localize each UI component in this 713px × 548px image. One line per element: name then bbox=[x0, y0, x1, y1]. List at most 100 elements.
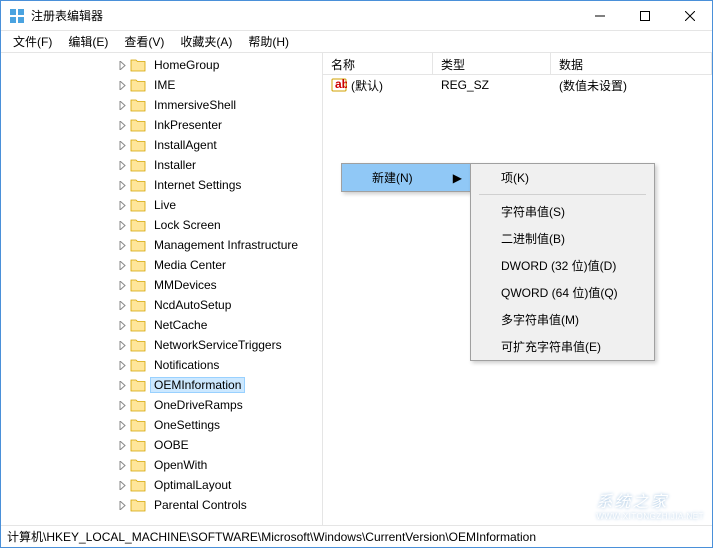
tree-item[interactable]: OpenWith bbox=[1, 455, 322, 475]
tree-item-label: NetCache bbox=[150, 317, 211, 333]
tree-item[interactable]: Notifications bbox=[1, 355, 322, 375]
submenu-separator bbox=[479, 194, 646, 195]
list-pane[interactable]: 名称 类型 数据 ab (默认) REG_SZ (数值未设置) 新建(N) bbox=[323, 53, 712, 525]
list-row[interactable]: ab (默认) REG_SZ (数值未设置) bbox=[323, 75, 712, 95]
ctx-new[interactable]: 新建(N) ▶ 项(K) 字符串值(S) 二进制值(B) DWORD (32 位… bbox=[342, 164, 470, 191]
column-name[interactable]: 名称 bbox=[323, 53, 433, 74]
expand-icon[interactable] bbox=[117, 140, 128, 151]
maximize-button[interactable] bbox=[622, 1, 667, 30]
tree-item[interactable]: Internet Settings bbox=[1, 175, 322, 195]
tree-item[interactable]: Media Center bbox=[1, 255, 322, 275]
submenu-arrow-icon: ▶ bbox=[453, 171, 462, 185]
ctx-new-key[interactable]: 项(K) bbox=[471, 164, 654, 191]
expand-icon[interactable] bbox=[117, 220, 128, 231]
ctx-new-qword[interactable]: QWORD (64 位)值(Q) bbox=[471, 279, 654, 306]
ctx-new-string[interactable]: 字符串值(S) bbox=[471, 198, 654, 225]
menu-file[interactable]: 文件(F) bbox=[5, 31, 60, 52]
tree-item[interactable]: OptimalLayout bbox=[1, 475, 322, 495]
folder-icon bbox=[130, 78, 146, 92]
ctx-new-multistring[interactable]: 多字符串值(M) bbox=[471, 306, 654, 333]
menu-favorites[interactable]: 收藏夹(A) bbox=[172, 31, 240, 52]
tree-item-label: IME bbox=[150, 77, 179, 93]
tree-item-label: Media Center bbox=[150, 257, 230, 273]
expand-icon[interactable] bbox=[117, 160, 128, 171]
folder-icon bbox=[130, 338, 146, 352]
tree-item-label: OptimalLayout bbox=[150, 477, 235, 493]
close-button[interactable] bbox=[667, 1, 712, 30]
tree-item[interactable]: Installer bbox=[1, 155, 322, 175]
expand-icon[interactable] bbox=[117, 420, 128, 431]
tree-pane[interactable]: HomeGroup IME ImmersiveShell InkPresenter In… bbox=[1, 53, 323, 525]
tree-item-label: OneDriveRamps bbox=[150, 397, 247, 413]
tree-item-label: Notifications bbox=[150, 357, 223, 373]
tree-item[interactable]: InkPresenter bbox=[1, 115, 322, 135]
tree-item-label: Internet Settings bbox=[150, 177, 245, 193]
tree-item[interactable]: OneDriveRamps bbox=[1, 395, 322, 415]
expand-icon[interactable] bbox=[117, 500, 128, 511]
tree-item-label: OneSettings bbox=[150, 417, 224, 433]
expand-icon[interactable] bbox=[117, 440, 128, 451]
expand-icon[interactable] bbox=[117, 280, 128, 291]
expand-icon[interactable] bbox=[117, 120, 128, 131]
expand-icon[interactable] bbox=[117, 260, 128, 271]
tree-item-label: ImmersiveShell bbox=[150, 97, 240, 113]
value-type: REG_SZ bbox=[433, 76, 551, 94]
tree-item-label: Lock Screen bbox=[150, 217, 225, 233]
ctx-new-label: 新建(N) bbox=[372, 169, 413, 186]
tree-item[interactable]: Lock Screen bbox=[1, 215, 322, 235]
expand-icon[interactable] bbox=[117, 240, 128, 251]
expand-icon[interactable] bbox=[117, 100, 128, 111]
folder-icon bbox=[130, 438, 146, 452]
expand-icon[interactable] bbox=[117, 180, 128, 191]
folder-icon bbox=[130, 318, 146, 332]
tree-item[interactable]: OOBE bbox=[1, 435, 322, 455]
app-icon bbox=[9, 8, 25, 24]
expand-icon[interactable] bbox=[117, 380, 128, 391]
expand-icon[interactable] bbox=[117, 460, 128, 471]
tree-item[interactable]: OneSettings bbox=[1, 415, 322, 435]
tree-item-label: Parental Controls bbox=[150, 497, 251, 513]
statusbar: 计算机\HKEY_LOCAL_MACHINE\SOFTWARE\Microsof… bbox=[1, 525, 712, 547]
expand-icon[interactable] bbox=[117, 480, 128, 491]
folder-icon bbox=[130, 178, 146, 192]
expand-icon[interactable] bbox=[117, 320, 128, 331]
menu-view[interactable]: 查看(V) bbox=[116, 31, 172, 52]
tree-item[interactable]: NcdAutoSetup bbox=[1, 295, 322, 315]
titlebar: 注册表编辑器 bbox=[1, 1, 712, 31]
tree-item-label: InkPresenter bbox=[150, 117, 226, 133]
tree-item[interactable]: Parental Controls bbox=[1, 495, 322, 515]
ctx-new-binary[interactable]: 二进制值(B) bbox=[471, 225, 654, 252]
expand-icon[interactable] bbox=[117, 400, 128, 411]
tree-item[interactable]: OEMInformation bbox=[1, 375, 322, 395]
tree-item-label: MMDevices bbox=[150, 277, 221, 293]
expand-icon[interactable] bbox=[117, 300, 128, 311]
tree-item[interactable]: HomeGroup bbox=[1, 55, 322, 75]
ctx-new-expandstring[interactable]: 可扩充字符串值(E) bbox=[471, 333, 654, 360]
column-type[interactable]: 类型 bbox=[433, 53, 551, 74]
expand-icon[interactable] bbox=[117, 60, 128, 71]
tree-item[interactable]: MMDevices bbox=[1, 275, 322, 295]
minimize-icon bbox=[595, 11, 605, 21]
expand-icon[interactable] bbox=[117, 360, 128, 371]
minimize-button[interactable] bbox=[577, 1, 622, 30]
context-menu: 新建(N) ▶ 项(K) 字符串值(S) 二进制值(B) DWORD (32 位… bbox=[341, 163, 471, 192]
expand-icon[interactable] bbox=[117, 340, 128, 351]
tree-item[interactable]: NetCache bbox=[1, 315, 322, 335]
expand-icon[interactable] bbox=[117, 80, 128, 91]
menu-help[interactable]: 帮助(H) bbox=[240, 31, 297, 52]
tree-item[interactable]: Management Infrastructure bbox=[1, 235, 322, 255]
ctx-new-dword[interactable]: DWORD (32 位)值(D) bbox=[471, 252, 654, 279]
tree-item[interactable]: ImmersiveShell bbox=[1, 95, 322, 115]
menu-edit[interactable]: 编辑(E) bbox=[60, 31, 116, 52]
column-data[interactable]: 数据 bbox=[551, 53, 712, 74]
tree-item[interactable]: NetworkServiceTriggers bbox=[1, 335, 322, 355]
folder-icon bbox=[130, 398, 146, 412]
tree-item[interactable]: Live bbox=[1, 195, 322, 215]
folder-icon bbox=[130, 258, 146, 272]
tree-item[interactable]: InstallAgent bbox=[1, 135, 322, 155]
tree-item[interactable]: IME bbox=[1, 75, 322, 95]
folder-icon bbox=[130, 218, 146, 232]
folder-icon bbox=[130, 358, 146, 372]
expand-icon[interactable] bbox=[117, 200, 128, 211]
tree-item-label: HomeGroup bbox=[150, 57, 223, 73]
